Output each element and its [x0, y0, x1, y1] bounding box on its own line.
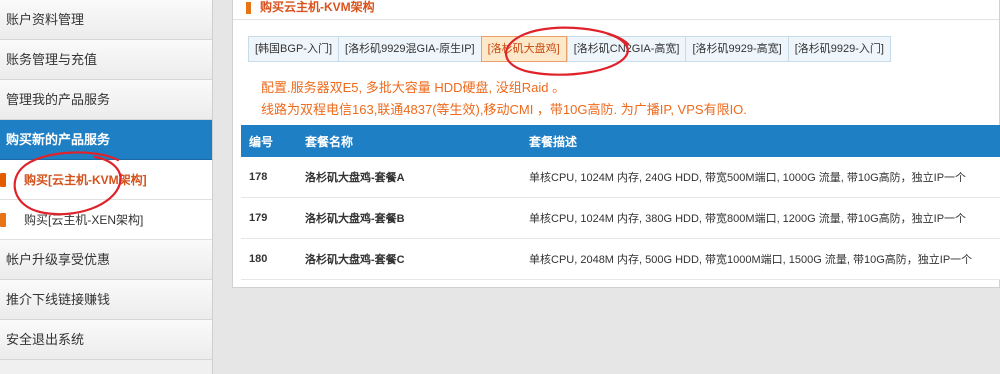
orange-marker-icon: [0, 173, 6, 187]
tab-korea-bgp[interactable]: [韩国BGP-入门]: [248, 36, 339, 62]
cell-desc: 单核CPU, 2048M 内存, 500G HDD, 带宽1000M端口, 15…: [529, 254, 973, 266]
product-tabs: [韩国BGP-入门] [洛杉矶9929混GIA-原生IP] [洛杉矶大盘鸡] […: [248, 36, 891, 62]
sidebar-item-manage-products[interactable]: 管理我的产品服务: [0, 80, 212, 120]
orange-marker-icon: [0, 213, 6, 227]
cell-id: 179: [249, 212, 268, 224]
sidebar-subitem-label: 购买[云主机-KVM架构]: [24, 173, 147, 187]
sidebar-subitem-buy-kvm[interactable]: 购买[云主机-KVM架构]: [0, 160, 212, 200]
tab-la-9929-entry[interactable]: [洛杉矶9929-入门]: [787, 36, 891, 62]
sidebar-subitem-label: 购买[云主机-XEN架构]: [24, 213, 144, 227]
tab-la-big-disk[interactable]: [洛杉矶大盘鸡]: [480, 36, 567, 62]
sidebar-item-logout[interactable]: 安全退出系统: [0, 320, 212, 360]
sidebar-item-billing[interactable]: 账务管理与充值: [0, 40, 212, 80]
cell-desc: 单核CPU, 1024M 内存, 380G HDD, 带宽800M端口, 120…: [529, 213, 967, 225]
section-header: 购买云主机-KVM架构: [233, 0, 999, 20]
column-header-id: 编号: [249, 134, 274, 149]
column-header-desc: 套餐描述: [529, 134, 578, 149]
cell-name[interactable]: 洛杉矶大盘鸡-套餐B: [301, 210, 525, 226]
cell-desc: 单核CPU, 1024M 内存, 240G HDD, 带宽500M端口, 100…: [529, 172, 967, 184]
sidebar-item-buy-products[interactable]: 购买新的产品服务: [0, 120, 212, 160]
cell-name[interactable]: 洛杉矶大盘鸡-套餐C: [301, 251, 525, 267]
table-row[interactable]: 180 洛杉矶大盘鸡-套餐C 单核CPU, 2048M 内存, 500G HDD…: [241, 239, 1000, 280]
note-config: 配置.服务器双E5, 多批大容量 HDD硬盘, 没组Raid 。: [261, 80, 566, 95]
column-header-name: 套餐名称: [305, 134, 354, 149]
orange-marker-icon: [246, 2, 251, 14]
cell-name[interactable]: 洛杉矶大盘鸡-套餐A: [301, 169, 525, 185]
tab-la-9929-high[interactable]: [洛杉矶9929-高宽]: [685, 36, 788, 62]
table-header: 编号 套餐名称 套餐描述: [241, 125, 1000, 157]
note-network: 线路为双程电信163,联通4837(等生效),移动CMI ，带10G高防. 为广…: [261, 102, 747, 117]
main-panel: 购买云主机-KVM架构 [韩国BGP-入门] [洛杉矶9929混GIA-原生IP…: [232, 0, 1000, 288]
cell-id: 178: [249, 171, 268, 183]
table-row[interactable]: 178 洛杉矶大盘鸡-套餐A 单核CPU, 1024M 内存, 240G HDD…: [241, 157, 1000, 198]
page-title: 购买云主机-KVM架构: [260, 0, 375, 14]
plan-table: 编号 套餐名称 套餐描述 178 洛杉矶大盘鸡-套餐A 单核CPU, 1024M…: [241, 125, 1000, 280]
table-row[interactable]: 179 洛杉矶大盘鸡-套餐B 单核CPU, 1024M 内存, 380G HDD…: [241, 198, 1000, 239]
tab-la-9929-gia[interactable]: [洛杉矶9929混GIA-原生IP]: [338, 36, 481, 62]
sidebar-item-referral[interactable]: 推介下线链接赚钱: [0, 280, 212, 320]
sidebar-item-account-info[interactable]: 账户资料管理: [0, 0, 212, 40]
plan-notes: 配置.服务器双E5, 多批大容量 HDD硬盘, 没组Raid 。 线路为双程电信…: [261, 77, 747, 121]
sidebar-subitem-buy-xen[interactable]: 购买[云主机-XEN架构]: [0, 200, 212, 240]
tab-la-cn2gia[interactable]: [洛杉矶CN2GIA-高宽]: [566, 36, 686, 62]
cell-id: 180: [249, 253, 268, 265]
sidebar: 账户资料管理 账务管理与充值 管理我的产品服务 购买新的产品服务 购买[云主机-…: [0, 0, 213, 374]
sidebar-item-upgrade[interactable]: 帐户升级享受优惠: [0, 240, 212, 280]
